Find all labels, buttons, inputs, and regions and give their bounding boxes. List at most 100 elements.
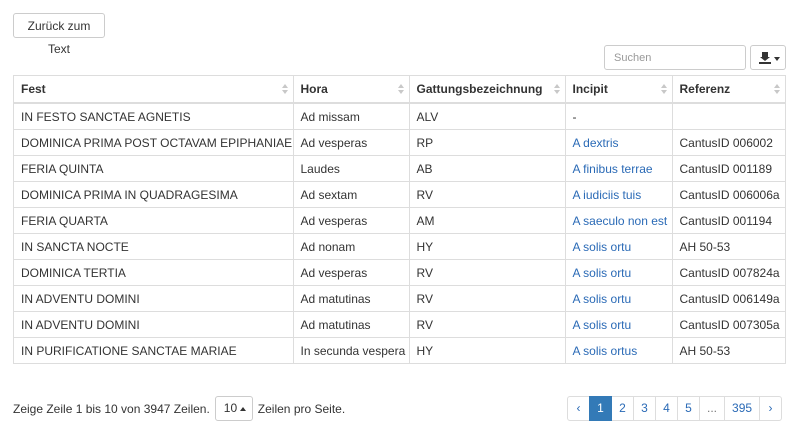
next-page-button[interactable]: ›: [759, 396, 783, 421]
cell-hora: Ad nonam: [292, 233, 409, 260]
cell-gattung: RV: [408, 259, 565, 286]
column-header-label: Incipit: [572, 82, 608, 96]
cell-fest: IN FESTO SANCTAE AGNETIS: [21, 109, 191, 124]
cell-incipit: A finibus terrae: [564, 155, 672, 182]
table-row: DOMINICA TERTIA Ad vesperas RV A solis ortu…: [14, 259, 785, 286]
cell-fest: IN SANCTA NOCTE: [14, 233, 293, 260]
cell-incipit: A saeculo non est: [564, 207, 672, 234]
table-row: DOMINICA PRIMA IN QUADRAGESIMA Ad sextam R…: [14, 181, 785, 208]
column-header-gattung[interactable]: Gattungsbezeichnung: [408, 76, 565, 104]
cell-gattung: RV: [408, 311, 565, 338]
cell-incipit: A solis ortus: [564, 337, 672, 363]
cell-hora: Ad matutinas: [292, 285, 409, 312]
column-header-incipit[interactable]: Incipit: [564, 76, 672, 104]
rows-info-text: Zeige Zeile 1 bis 10 von 3947 Zeilen.: [13, 401, 210, 416]
cell-fest: DOMINICA TERTIA: [14, 259, 293, 286]
cell-referenz: CantusID 001189: [671, 155, 785, 182]
cell-referenz: CantusID 006006a: [671, 181, 785, 208]
cell-hora: Ad vesperas: [292, 129, 409, 156]
cell-referenz: [671, 103, 785, 130]
cell-gattung: AM: [408, 207, 565, 234]
cell-referenz: AH 50-53: [671, 233, 785, 260]
cell-referenz: CantusID 006149a: [671, 285, 785, 312]
column-header-label: Referenz: [679, 82, 731, 96]
table-row: FERIA QUARTA Ad vesperas AM A saeculo non e…: [14, 207, 785, 234]
page-button-1[interactable]: 1: [589, 396, 612, 421]
cell-fest: IN ADVENTU DOMINI: [14, 285, 293, 312]
cell-incipit: A solis ortu: [564, 285, 672, 312]
cell-fest: FERIA QUARTA: [14, 207, 293, 234]
page-button-5[interactable]: 5: [677, 396, 700, 421]
column-header-fest[interactable]: Fest: [14, 76, 293, 104]
table-body: IN FESTO SANCTAE AGNETIS Ad missam ALV - DOM…: [14, 103, 785, 363]
cell-fest: DOMINICA PRIMA IN QUADRAGESIMA: [14, 181, 293, 208]
page-size-value: 10: [223, 401, 238, 415]
sort-icon: [660, 84, 667, 94]
table-header-row: Fest Hora Gattungsbezeichnung Incipit Refere…: [14, 76, 785, 104]
cell-gattung: AB: [408, 155, 565, 182]
export-icon: [759, 52, 771, 64]
incipit-link[interactable]: A finibus terrae: [573, 162, 653, 176]
incipit-link[interactable]: A saeculo non est: [573, 214, 668, 228]
cell-referenz: CantusID 007305a: [671, 311, 785, 338]
cell-fest: FERIA QUINTA: [14, 155, 293, 182]
column-header-label: Gattungsbezeichnung: [416, 82, 543, 96]
sort-icon: [553, 84, 560, 94]
incipit-link[interactable]: A solis ortu: [573, 318, 632, 332]
incipit-link[interactable]: A iudiciis tuis: [573, 188, 642, 202]
cell-gattung: HY: [408, 233, 565, 260]
cell-hora: In secunda vespera: [292, 337, 409, 363]
prev-page-button[interactable]: ‹: [567, 396, 590, 421]
page-button-3[interactable]: 3: [633, 396, 656, 421]
sort-icon: [281, 84, 288, 94]
back-to-text-button[interactable]: Zurück zum Text: [13, 13, 105, 56]
sort-icon: [774, 84, 780, 94]
page-ellipsis: ...: [699, 396, 726, 421]
cell-referenz: AH 50-53: [671, 337, 785, 363]
cell-incipit: A solis ortu: [564, 233, 672, 260]
cell-gattung: RP: [408, 129, 565, 156]
table-row: IN PURIFICATIONE SANCTAE MARIAE In secund…: [14, 337, 785, 363]
pagination: ‹ 1 2 3 4 5... 395 ›: [567, 396, 783, 421]
page-button-4[interactable]: 4: [655, 396, 678, 421]
cell-hora: Laudes: [292, 155, 409, 182]
cell-fest: IN ADVENTU DOMINI: [14, 311, 293, 338]
table-row: IN SANCTA NOCTE Ad nonam HY A solis ortu AH …: [14, 233, 785, 260]
cell-fest: IN PURIFICATIONE SANCTAE MARIAE: [14, 337, 293, 363]
cell-hora: Ad sextam: [292, 181, 409, 208]
cell-referenz: CantusID 001194: [671, 207, 785, 234]
table-row: FERIA QUINTA Laudes AB A finibus terrae Cant…: [14, 155, 785, 182]
incipit-link[interactable]: A solis ortu: [573, 292, 632, 306]
table-row: IN ADVENTU DOMINI Ad matutinas RV A solis o…: [14, 285, 785, 312]
export-button[interactable]: [750, 45, 786, 70]
sort-icon: [397, 84, 404, 94]
search-input[interactable]: [604, 45, 746, 70]
cell-fest: DOMINICA PRIMA POST OCTAVAM EPIPHANIAE: [14, 129, 293, 156]
table-row: IN ADVENTU DOMINI Ad matutinas RV A solis o…: [14, 311, 785, 338]
page-button-395[interactable]: 395: [724, 396, 761, 421]
pagination-info: Zeige Zeile 1 bis 10 von 3947 Zeilen. 10…: [13, 396, 345, 421]
column-header-label: Hora: [300, 82, 328, 96]
incipit-link[interactable]: A solis ortu: [573, 240, 632, 254]
incipit-link[interactable]: A solis ortus: [573, 344, 638, 358]
cell-hora: Ad vesperas: [292, 207, 409, 234]
page-size-dropdown[interactable]: 10: [214, 396, 253, 421]
cell-gattung: ALV: [408, 103, 565, 130]
table-row: DOMINICA PRIMA POST OCTAVAM EPIPHANIAE Ad…: [14, 129, 785, 156]
caret-up-icon: [239, 407, 246, 411]
page-button-2[interactable]: 2: [611, 396, 634, 421]
cell-gattung: HY: [408, 337, 565, 363]
cell-incipit: A solis ortu: [564, 259, 672, 286]
incipit-link[interactable]: A solis ortu: [573, 266, 632, 280]
cell-hora: Ad missam: [292, 103, 409, 130]
data-table: Fest Hora Gattungsbezeichnung Incipit Refere…: [13, 75, 786, 364]
caret-down-icon: [774, 57, 780, 61]
cell-referenz: CantusID 006002: [671, 129, 785, 156]
incipit-link[interactable]: A dextris: [573, 136, 619, 150]
cell-gattung: RV: [408, 181, 565, 208]
column-header-referenz[interactable]: Referenz: [671, 76, 785, 104]
per-page-text: Zeilen pro Seite.: [257, 401, 346, 416]
column-header-hora[interactable]: Hora: [292, 76, 409, 104]
cell-incipit: A iudiciis tuis: [564, 181, 672, 208]
cell-referenz: CantusID 007824a: [671, 259, 785, 286]
